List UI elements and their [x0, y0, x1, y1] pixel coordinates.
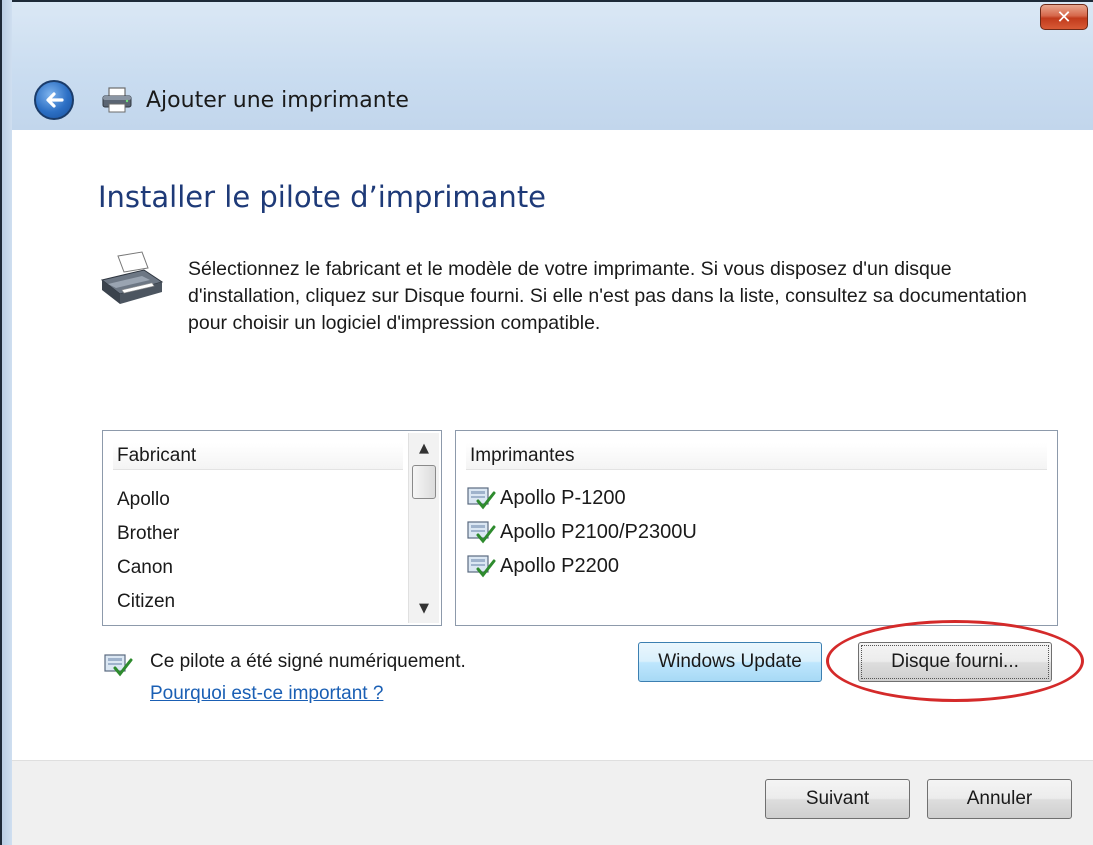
scroll-down-arrow-icon[interactable]: ▼: [409, 593, 439, 623]
next-button[interactable]: Suivant: [765, 779, 910, 819]
manufacturer-column-header[interactable]: Fabricant: [113, 443, 403, 470]
window-border-left: [0, 0, 12, 845]
list-item[interactable]: Apollo P2200: [466, 549, 697, 583]
cancel-button[interactable]: Annuler: [927, 779, 1072, 819]
list-item[interactable]: Brother: [117, 517, 179, 551]
signed-driver-icon: [467, 487, 496, 510]
list-item[interactable]: Apollo: [117, 483, 179, 517]
list-item[interactable]: Apollo P-1200: [466, 481, 697, 515]
list-item[interactable]: Citizen: [117, 585, 179, 619]
manufacturer-items: Apollo Brother Canon Citizen: [117, 483, 179, 619]
list-item[interactable]: Apollo P2100/P2300U: [466, 515, 697, 549]
list-item[interactable]: Canon: [117, 551, 179, 585]
driver-signed-text: Ce pilote a été signé numériquement.: [150, 651, 466, 672]
page-title: Installer le pilote d’imprimante: [98, 180, 547, 214]
vertical-scrollbar[interactable]: ▲ ▼: [408, 433, 439, 623]
window-title: Ajouter une imprimante: [146, 88, 409, 113]
window-border-top: [0, 0, 1093, 2]
back-arrow-icon: [46, 92, 64, 108]
manufacturer-list[interactable]: Fabricant Apollo Brother Canon Citizen ▲…: [102, 430, 442, 626]
close-button[interactable]: ✕: [1040, 4, 1088, 30]
printer-items: Apollo P-1200 Apollo P2100/P2300U Apollo…: [466, 481, 697, 583]
signed-driver-icon: [467, 521, 496, 544]
why-important-link[interactable]: Pourquoi est-ce important ?: [150, 683, 383, 705]
focus-rectangle: [861, 645, 1049, 679]
printers-column-header[interactable]: Imprimantes: [466, 443, 1047, 470]
scrollbar-thumb[interactable]: [412, 465, 436, 499]
signed-driver-icon: [104, 654, 133, 677]
close-icon: ✕: [1056, 6, 1072, 28]
instructions-text: Sélectionnez le fabricant et le modèle d…: [188, 258, 1027, 334]
back-button[interactable]: [34, 80, 74, 120]
scroll-up-arrow-icon[interactable]: ▲: [409, 433, 439, 463]
have-disk-button[interactable]: Disque fourni...: [858, 642, 1052, 682]
signed-driver-icon: [467, 555, 496, 578]
printer-model-list[interactable]: Imprimantes Apollo P-1200 Apollo P2100/P…: [455, 430, 1058, 626]
printer-icon: [102, 87, 132, 113]
windows-update-button[interactable]: Windows Update: [638, 642, 822, 682]
add-printer-window: ✕ Ajouter une imprimante Installer le pi…: [0, 0, 1093, 845]
printer-icon-large: [100, 251, 164, 304]
